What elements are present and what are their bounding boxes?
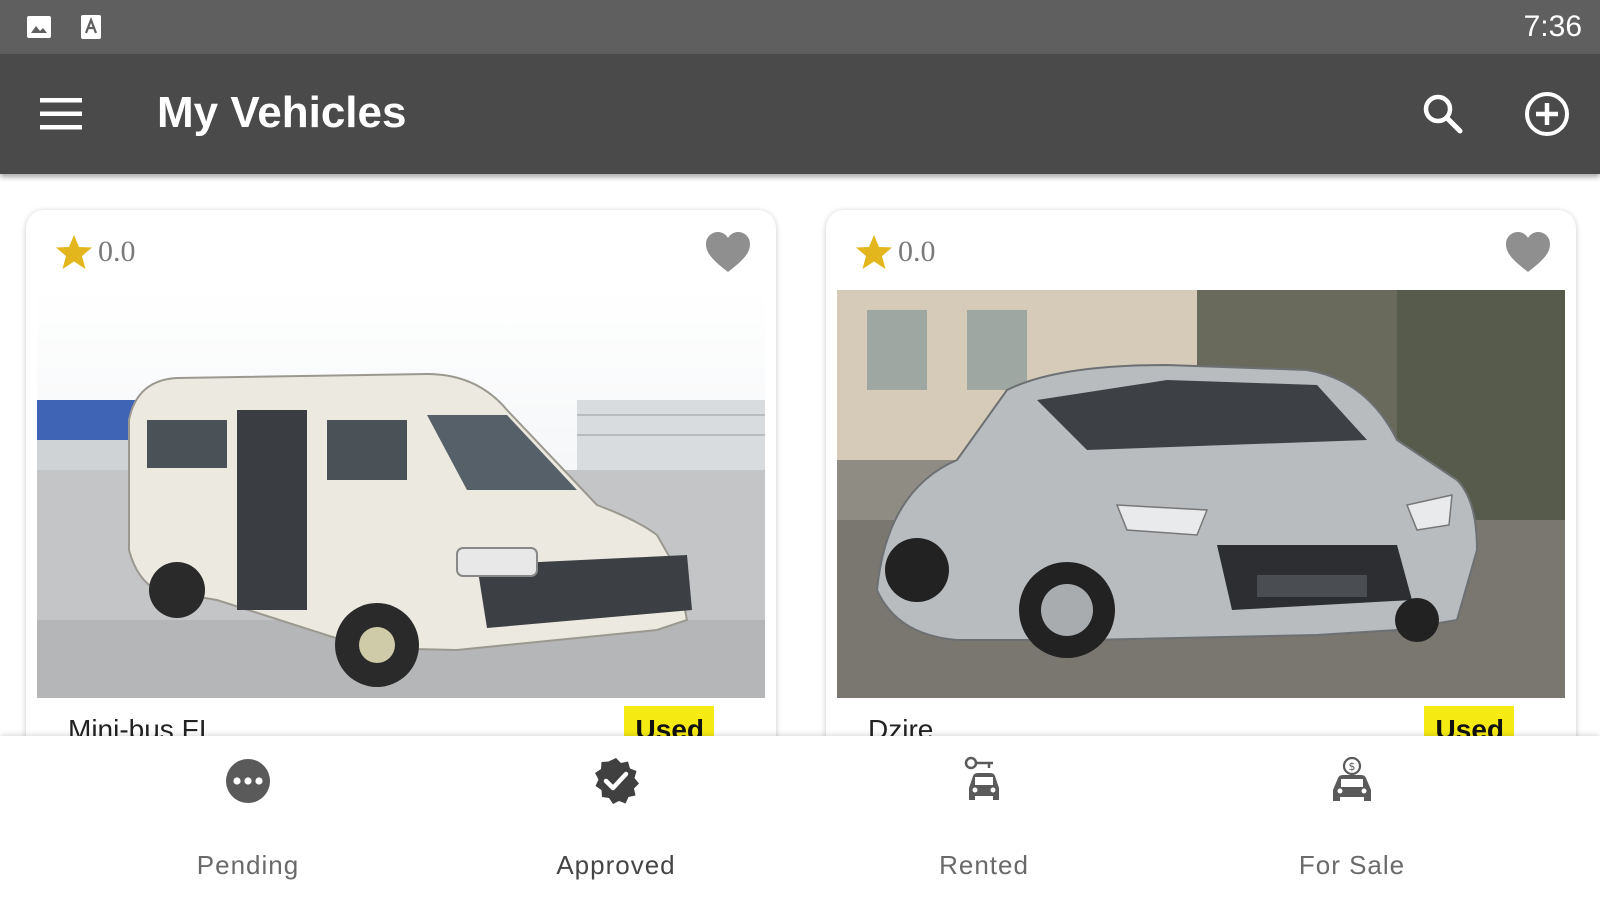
nav-label: Rented <box>939 850 1029 880</box>
heart-icon[interactable] <box>1504 230 1552 274</box>
star-icon <box>856 235 892 269</box>
vehicle-card[interactable]: 0.0 <box>26 210 776 736</box>
rented-car-key-icon <box>964 756 999 800</box>
bottom-navigation: Pending Approved Rented $ For Sale <box>0 736 1600 900</box>
vehicle-name: Mini-bus FI <box>68 714 207 736</box>
nav-item-approved[interactable]: Approved <box>432 736 800 900</box>
rating-value: 0.0 <box>898 235 936 268</box>
nav-label: Approved <box>556 850 676 880</box>
white-minibus-photo[interactable] <box>37 290 765 698</box>
nav-label: For Sale <box>1298 850 1406 880</box>
vehicle-card[interactable]: 0.0 <box>826 210 1576 736</box>
app-bar: My Vehicles <box>0 54 1600 174</box>
status-bar: 7:36 <box>0 0 1600 54</box>
approved-badge-icon <box>595 758 639 804</box>
nav-item-rented[interactable]: Rented <box>800 736 1168 900</box>
rating: 0.0 <box>854 232 936 272</box>
nav-label: Pending <box>196 850 300 880</box>
condition-badge: Used <box>623 706 714 736</box>
silver-sedan-photo[interactable] <box>837 290 1565 698</box>
condition-badge: Used <box>1423 706 1514 736</box>
nav-item-for-sale[interactable]: $ For Sale <box>1168 736 1536 900</box>
search-icon[interactable] <box>1418 89 1468 139</box>
pending-dots-icon <box>226 759 270 803</box>
svg-text:$: $ <box>1349 760 1356 773</box>
image-notification-icon <box>27 16 51 38</box>
vehicle-name: Dzire <box>868 714 934 736</box>
nav-item-pending[interactable]: Pending <box>64 736 432 900</box>
star-icon <box>56 235 92 269</box>
heart-icon[interactable] <box>704 230 752 274</box>
status-time: 7:36 <box>1523 10 1582 43</box>
menu-icon[interactable] <box>36 92 86 136</box>
text-notification-icon <box>81 15 101 39</box>
rating: 0.0 <box>54 232 136 272</box>
for-sale-car-icon: $ <box>1333 756 1371 801</box>
rating-value: 0.0 <box>98 235 136 268</box>
add-circle-icon[interactable] <box>1522 89 1572 139</box>
page-title: My Vehicles <box>157 88 407 137</box>
vehicle-list: 0.0 Mini-bus FI Used 0.0 Dzire Used <box>0 174 1600 736</box>
